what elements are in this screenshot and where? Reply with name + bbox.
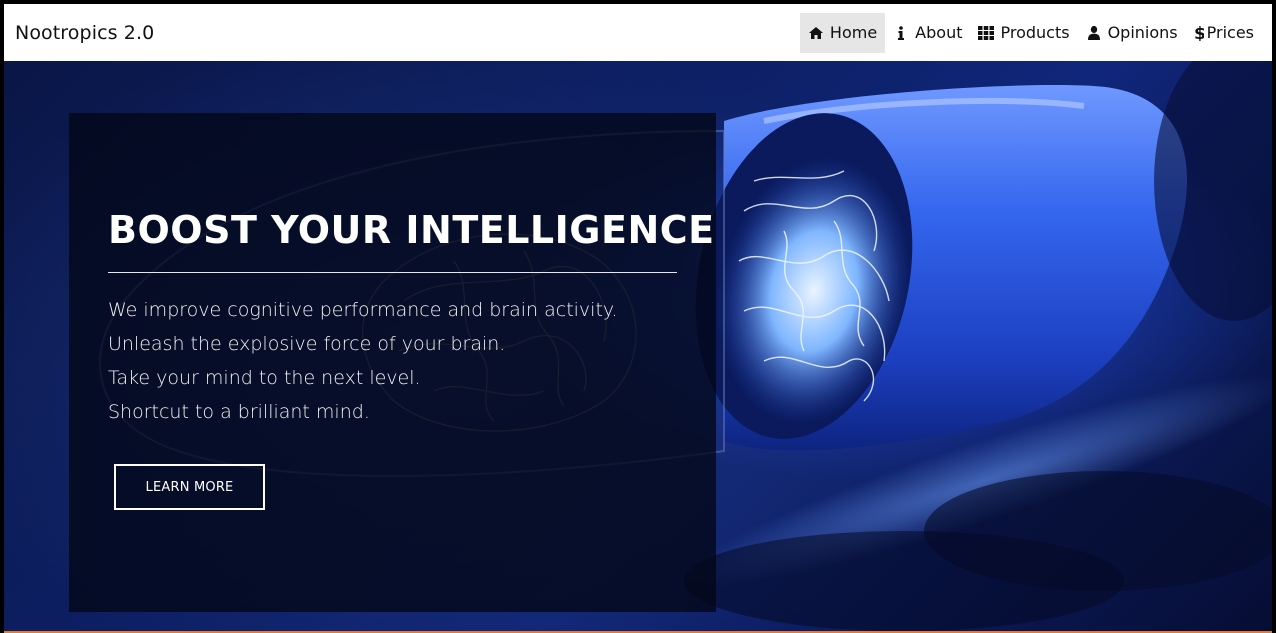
dollar-icon: $ <box>1194 25 1204 41</box>
brand-title[interactable]: Nootropics 2.0 <box>15 22 154 44</box>
grid-icon <box>978 25 995 41</box>
browser-viewport: Nootropics 2.0 Home About Products Opini… <box>0 0 1276 633</box>
nav-item-prices[interactable]: $ Prices <box>1186 13 1262 53</box>
nav-item-products[interactable]: Products <box>970 13 1077 53</box>
nav-label-opinions: Opinions <box>1107 23 1178 42</box>
hero-headline: BOOST YOUR INTELLIGENCE <box>108 208 715 252</box>
hero-lines: We improve cognitive performance and bra… <box>108 293 617 429</box>
nav-label-products: Products <box>1000 23 1070 42</box>
learn-more-button[interactable]: LEARN MORE <box>114 464 265 510</box>
nav-item-opinions[interactable]: Opinions <box>1078 13 1186 53</box>
hero-line: We improve cognitive performance and bra… <box>108 299 618 321</box>
hero-line: Take your mind to the next level. <box>108 367 421 389</box>
nav-item-about[interactable]: About <box>885 13 970 53</box>
nav-label-prices: Prices <box>1206 23 1254 42</box>
main-nav: Home About Products Opinions Prices <box>799 4 1262 61</box>
svg-text:$: $ <box>1194 25 1204 41</box>
navbar: Nootropics 2.0 Home About Products Opini… <box>4 4 1272 61</box>
home-icon <box>808 25 824 41</box>
hero-line: Shortcut to a brilliant mind. <box>108 401 370 423</box>
headline-divider <box>108 272 677 273</box>
user-icon <box>1086 25 1102 41</box>
nav-label-about: About <box>915 23 963 42</box>
hero-section: BOOST YOUR INTELLIGENCE We improve cogni… <box>4 61 1272 633</box>
nav-item-home[interactable]: Home <box>799 12 886 53</box>
hero-text-panel: BOOST YOUR INTELLIGENCE We improve cogni… <box>69 113 716 612</box>
info-icon <box>893 25 909 41</box>
nav-label-home: Home <box>829 23 878 42</box>
hero-line: Unleash the explosive force of your brai… <box>108 333 506 355</box>
